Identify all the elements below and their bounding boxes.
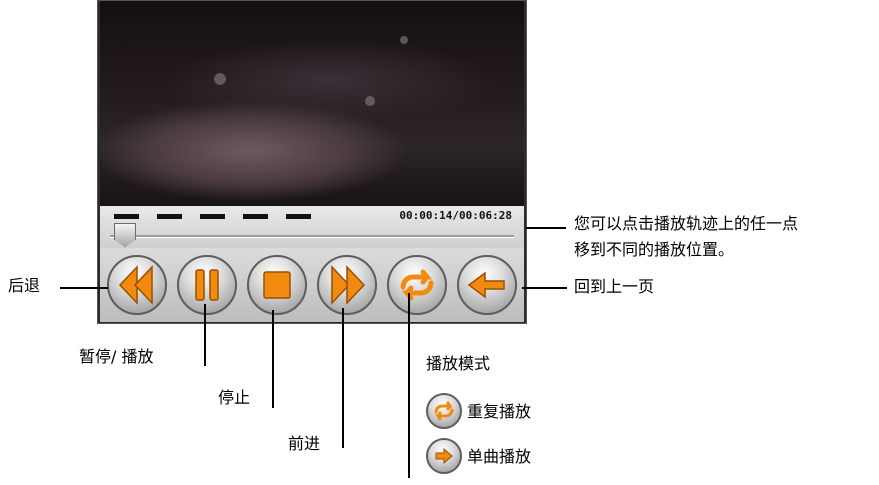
seek-thumb[interactable] — [114, 223, 136, 247]
repeat-icon — [434, 401, 454, 421]
time-display: 00:00:14/00:06:28 — [399, 209, 512, 222]
seek-track[interactable] — [110, 235, 514, 238]
repeat-mode-label: 重复播放 — [467, 402, 532, 421]
single-play-icon — [435, 447, 453, 465]
seek-bar: 00:00:14/00:06:28 — [100, 206, 524, 248]
play-mode-callout-line — [408, 293, 410, 478]
video-light-spot — [214, 73, 226, 85]
stop-callout-line — [272, 310, 274, 408]
media-player: 00:00:14/00:06:28 — [97, 0, 527, 324]
seek-callout-line — [526, 227, 566, 229]
single-mode-icon-button — [426, 438, 462, 474]
rewind-icon — [118, 265, 153, 305]
play-mode-title: 播放模式 — [426, 354, 491, 373]
video-light-spot — [400, 36, 408, 44]
back-page-label: 回到上一页 — [574, 277, 655, 296]
rewind-label: 后退 — [8, 276, 41, 295]
back-icon — [467, 271, 505, 299]
stop-label: 停止 — [218, 388, 251, 407]
repeat-icon — [400, 269, 434, 301]
seek-hint-line2: 移到不同的播放位置。 — [574, 240, 735, 259]
back-page-callout-line — [522, 287, 567, 289]
level-indicator — [114, 214, 311, 219]
play-mode-button[interactable] — [387, 255, 447, 315]
repeat-mode-icon-button — [426, 393, 462, 429]
stop-button[interactable] — [247, 255, 307, 315]
video-light-spot — [365, 96, 375, 106]
forward-callout-line — [342, 308, 344, 448]
control-bar — [100, 248, 524, 322]
stop-icon — [263, 271, 291, 299]
rewind-button[interactable] — [107, 255, 167, 315]
pause-callout-line — [204, 304, 206, 366]
pause-play-label: 暂停/ 播放 — [79, 347, 154, 366]
rewind-callout-line — [60, 287, 108, 289]
forward-button[interactable] — [317, 255, 377, 315]
forward-label: 前进 — [288, 434, 321, 453]
seek-hint-line1: 您可以点击播放轨迹上的任一点 — [574, 214, 799, 233]
pause-icon — [195, 269, 219, 301]
forward-icon — [331, 265, 366, 305]
video-area[interactable] — [100, 1, 524, 206]
single-mode-label: 单曲播放 — [467, 447, 532, 466]
back-page-button[interactable] — [457, 255, 517, 315]
pause-play-button[interactable] — [177, 255, 237, 315]
